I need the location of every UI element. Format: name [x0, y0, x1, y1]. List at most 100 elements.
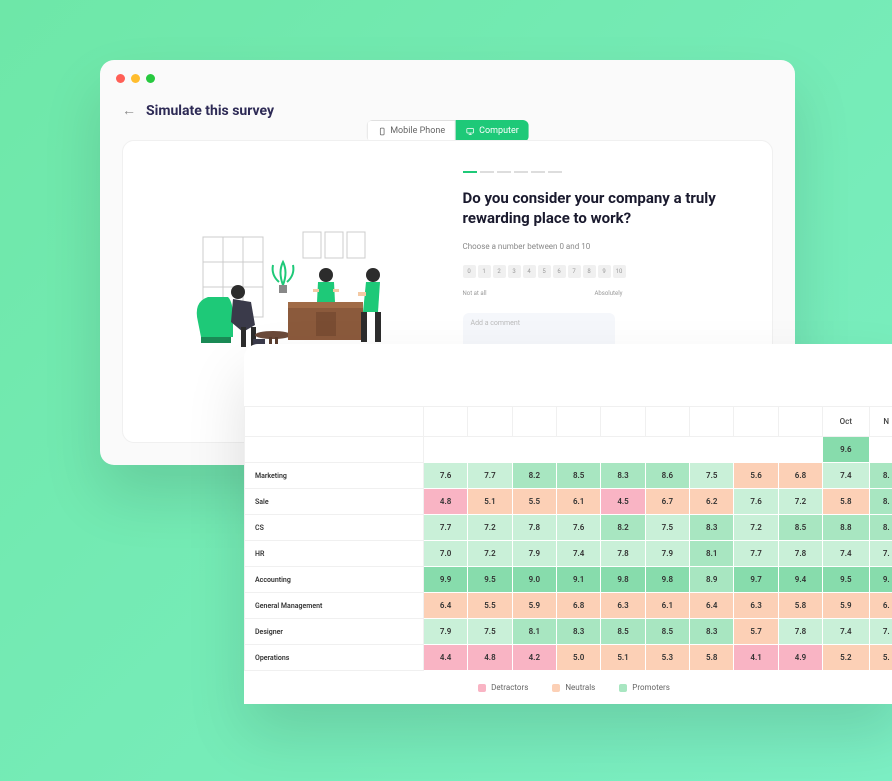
- table-row: General Management6.45.55.96.86.36.16.46…: [245, 593, 892, 619]
- heatmap-cell: 7.9: [423, 619, 467, 645]
- legend-label: Neutrals: [565, 683, 595, 692]
- heatmap-cell: 6.3: [734, 593, 778, 619]
- scale-button-9[interactable]: 9: [598, 265, 611, 278]
- computer-device-button[interactable]: Computer: [456, 120, 529, 142]
- comment-placeholder: Add a comment: [471, 319, 521, 327]
- heatmap-cell: 7.8: [778, 541, 822, 567]
- scale-button-3[interactable]: 3: [508, 265, 521, 278]
- table-row: CS7.77.27.87.68.27.58.37.28.58.88.: [245, 515, 892, 541]
- back-arrow-icon[interactable]: ←: [122, 102, 136, 119]
- month-header: [690, 407, 734, 437]
- heatmap-cell: 7.9: [645, 541, 689, 567]
- heatmap-cell: 8.2: [601, 515, 645, 541]
- heatmap-table: OctN9.6 Marketing7.67.78.28.58.38.67.55.…: [244, 406, 892, 671]
- scale-button-2[interactable]: 2: [493, 265, 506, 278]
- heatmap-cell: 8.9: [690, 567, 734, 593]
- device-toggle: Mobile Phone Computer: [366, 120, 529, 142]
- month-header: [512, 407, 556, 437]
- legend-swatch: [552, 684, 560, 692]
- maximize-icon[interactable]: [146, 74, 155, 83]
- scale-button-8[interactable]: 8: [583, 265, 596, 278]
- scale-min-label: Not at all: [463, 290, 487, 297]
- computer-icon: [466, 127, 475, 136]
- overall-cell: [556, 437, 600, 463]
- heatmap-cell: 8.6: [645, 463, 689, 489]
- minimize-icon[interactable]: [131, 74, 140, 83]
- legend-item: Neutrals: [552, 683, 595, 692]
- heatmap-cell: 9.: [869, 567, 892, 593]
- heatmap-cell: 7.: [869, 541, 892, 567]
- scale-button-10[interactable]: 10: [613, 265, 626, 278]
- heatmap-cell: 5.7: [734, 619, 778, 645]
- month-header: [468, 407, 512, 437]
- heatmap-cell: 9.7: [734, 567, 778, 593]
- heatmap-cell: 7.8: [778, 619, 822, 645]
- heatmap-cell: 6.: [869, 593, 892, 619]
- progress-indicator: [463, 171, 743, 173]
- heatmap-cell: 8.3: [690, 515, 734, 541]
- heatmap-cell: 8.5: [645, 619, 689, 645]
- heatmap-cell: 5.: [869, 645, 892, 671]
- heatmap-cell: 5.1: [468, 489, 512, 515]
- month-header: [423, 407, 467, 437]
- heatmap-cell: 5.5: [512, 489, 556, 515]
- scale-button-5[interactable]: 5: [538, 265, 551, 278]
- heatmap-cell: 7.7: [734, 541, 778, 567]
- heatmap-cell: 8.3: [601, 463, 645, 489]
- heatmap-cell: 6.7: [645, 489, 689, 515]
- row-label: Designer: [245, 619, 424, 645]
- heatmap-cell: 8.1: [690, 541, 734, 567]
- scale-button-0[interactable]: 0: [463, 265, 476, 278]
- overall-cell: [468, 437, 512, 463]
- month-header: [734, 407, 778, 437]
- heatmap-cell: 7.7: [423, 515, 467, 541]
- overall-cell: [512, 437, 556, 463]
- heatmap-cell: 9.0: [512, 567, 556, 593]
- heatmap-cell: 4.1: [734, 645, 778, 671]
- row-label: Sale: [245, 489, 424, 515]
- scale-button-4[interactable]: 4: [523, 265, 536, 278]
- heatmap-cell: 4.4: [423, 645, 467, 671]
- heatmap-legend: DetractorsNeutralsPromoters: [244, 671, 892, 704]
- row-label: Accounting: [245, 567, 424, 593]
- legend-label: Detractors: [491, 683, 528, 692]
- heatmap-cell: 8.8: [823, 515, 869, 541]
- overall-cell: [869, 437, 892, 463]
- heatmap-cell: 7.6: [556, 515, 600, 541]
- heatmap-cell: 5.5: [468, 593, 512, 619]
- heatmap-cell: 4.8: [468, 645, 512, 671]
- heatmap-cell: 6.1: [556, 489, 600, 515]
- scale-button-6[interactable]: 6: [553, 265, 566, 278]
- heatmap-cell: 6.8: [556, 593, 600, 619]
- month-header: [645, 407, 689, 437]
- heatmap-cell: 9.1: [556, 567, 600, 593]
- heatmap-cell: 7.9: [512, 541, 556, 567]
- overall-cell: [690, 437, 734, 463]
- heatmap-cell: 5.9: [823, 593, 869, 619]
- heatmap-cell: 8.1: [512, 619, 556, 645]
- scale-button-1[interactable]: 1: [478, 265, 491, 278]
- heatmap-cell: 6.1: [645, 593, 689, 619]
- heatmap-cell: 6.2: [690, 489, 734, 515]
- overall-cell: [734, 437, 778, 463]
- heatmap-cell: 7.6: [423, 463, 467, 489]
- heatmap-cell: 7.: [869, 619, 892, 645]
- heatmap-cell: 8.5: [556, 463, 600, 489]
- heatmap-cell: 4.5: [601, 489, 645, 515]
- row-label: Operations: [245, 645, 424, 671]
- heatmap-cell: 9.4: [778, 567, 822, 593]
- month-header: Oct: [823, 407, 869, 437]
- mobile-device-button[interactable]: Mobile Phone: [366, 120, 456, 142]
- row-label: General Management: [245, 593, 424, 619]
- heatmap-cell: 7.7: [468, 463, 512, 489]
- heatmap-cell: 5.8: [823, 489, 869, 515]
- scale-button-7[interactable]: 7: [568, 265, 581, 278]
- computer-label: Computer: [479, 126, 519, 136]
- heatmap-cell: 9.9: [423, 567, 467, 593]
- month-header: [601, 407, 645, 437]
- close-icon[interactable]: [116, 74, 125, 83]
- heatmap-cell: 8.5: [601, 619, 645, 645]
- table-row: Sale4.85.15.56.14.56.76.27.67.25.88.: [245, 489, 892, 515]
- window-controls: [116, 74, 155, 83]
- heatmap-cell: 6.8: [778, 463, 822, 489]
